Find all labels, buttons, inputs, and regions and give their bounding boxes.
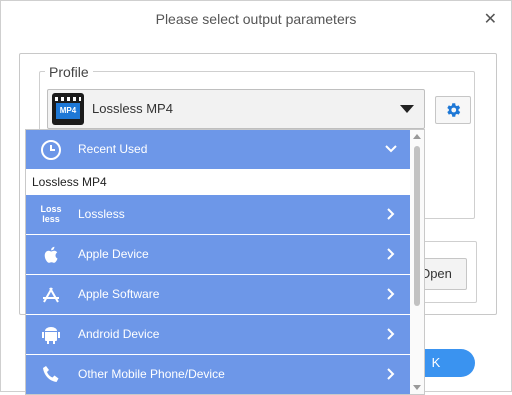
scrollbar-thumb[interactable]	[414, 146, 420, 306]
category-label: Apple Software	[78, 287, 160, 301]
profile-dropdown-list: Recent Used Lossless MP4 Loss less Lossl…	[25, 129, 425, 395]
recent-used-label: Recent Used	[78, 142, 148, 156]
dialog-title: Please select output parameters	[155, 11, 357, 27]
category-apple-device[interactable]: Apple Device	[26, 235, 410, 275]
mp4-logo-text: MP4	[56, 103, 80, 119]
scroll-up-icon[interactable]	[413, 134, 421, 139]
category-label: Other Mobile Phone/Device	[78, 367, 225, 381]
scroll-down-icon[interactable]	[413, 385, 421, 390]
dropdown-caret-icon[interactable]	[400, 105, 414, 113]
app-store-icon	[43, 287, 59, 303]
phone-icon	[43, 366, 59, 382]
profile-settings-button[interactable]	[435, 96, 471, 124]
mp4-logo-icon: MP4	[52, 93, 84, 125]
category-lossless[interactable]: Loss less Lossless	[26, 195, 410, 235]
close-icon[interactable]: ✕	[484, 9, 497, 29]
category-other-mobile[interactable]: Other Mobile Phone/Device	[26, 355, 410, 394]
chevron-right-icon	[387, 328, 395, 340]
chevron-right-icon	[387, 248, 395, 260]
profile-select[interactable]: MP4 Lossless MP4	[47, 89, 425, 129]
dropdown-scrollbar[interactable]	[410, 130, 424, 394]
category-android-device[interactable]: Android Device	[26, 315, 410, 355]
apple-icon	[44, 246, 58, 263]
list-item[interactable]: Lossless MP4	[26, 170, 410, 194]
category-apple-software[interactable]: Apple Software	[26, 275, 410, 315]
output-parameters-dialog: Please select output parameters ✕ Profil…	[0, 0, 512, 395]
category-label: Apple Device	[78, 247, 149, 261]
chevron-down-icon	[385, 145, 397, 153]
recent-used-header[interactable]: Recent Used	[26, 130, 410, 170]
chevron-right-icon	[387, 368, 395, 380]
category-label: Lossless	[78, 207, 125, 221]
chevron-right-icon	[387, 208, 395, 220]
chevron-right-icon	[387, 288, 395, 300]
clock-icon	[41, 140, 61, 160]
lossless-icon: Loss less	[40, 204, 62, 224]
recent-item-label: Lossless MP4	[32, 175, 107, 189]
android-icon	[42, 327, 60, 344]
profile-legend: Profile	[45, 64, 93, 80]
category-label: Android Device	[78, 327, 160, 341]
profile-selected-value: Lossless MP4	[92, 101, 173, 116]
gear-icon	[447, 103, 461, 117]
